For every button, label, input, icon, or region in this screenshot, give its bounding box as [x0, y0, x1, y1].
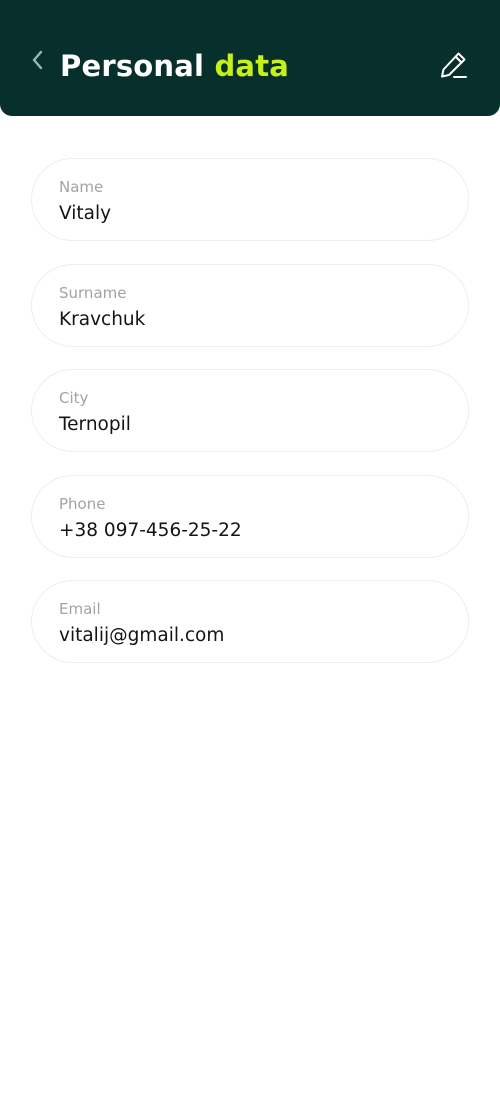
surname-field-label: Surname	[59, 283, 127, 302]
personal-data-form: Name Vitaly Surname Kravchuk City Ternop…	[31, 158, 469, 686]
phone-field-label: Phone	[59, 494, 106, 513]
phone-field-value: +38 097-456-25-22	[59, 519, 242, 541]
email-field-value: vitalij@gmail.com	[59, 625, 225, 646]
city-field-label: City	[59, 389, 89, 407]
app-header: Personal data	[0, 0, 500, 116]
edit-button[interactable]	[434, 46, 472, 84]
pencil-icon	[441, 52, 467, 78]
name-field-label: Name	[59, 178, 104, 196]
surname-field[interactable]: Surname Kravchuk	[31, 263, 469, 347]
back-button[interactable]	[24, 44, 50, 76]
email-field-label: Email	[59, 600, 101, 618]
name-field-value: Vitaly	[59, 203, 112, 224]
phone-field[interactable]: Phone +38 097-456-25-22	[31, 474, 469, 558]
city-field[interactable]: City Ternopil	[31, 369, 469, 452]
name-field[interactable]: Name Vitaly	[31, 158, 469, 241]
page-title-accent: data	[214, 49, 290, 83]
email-field[interactable]: Email vitalij@gmail.com	[31, 580, 469, 663]
page-title: Personal data	[60, 46, 289, 86]
chevron-left-icon	[32, 50, 43, 70]
page-title-main: Personal	[60, 49, 205, 83]
surname-field-value: Kravchuk	[59, 308, 146, 330]
city-field-value: Ternopil	[59, 414, 131, 435]
